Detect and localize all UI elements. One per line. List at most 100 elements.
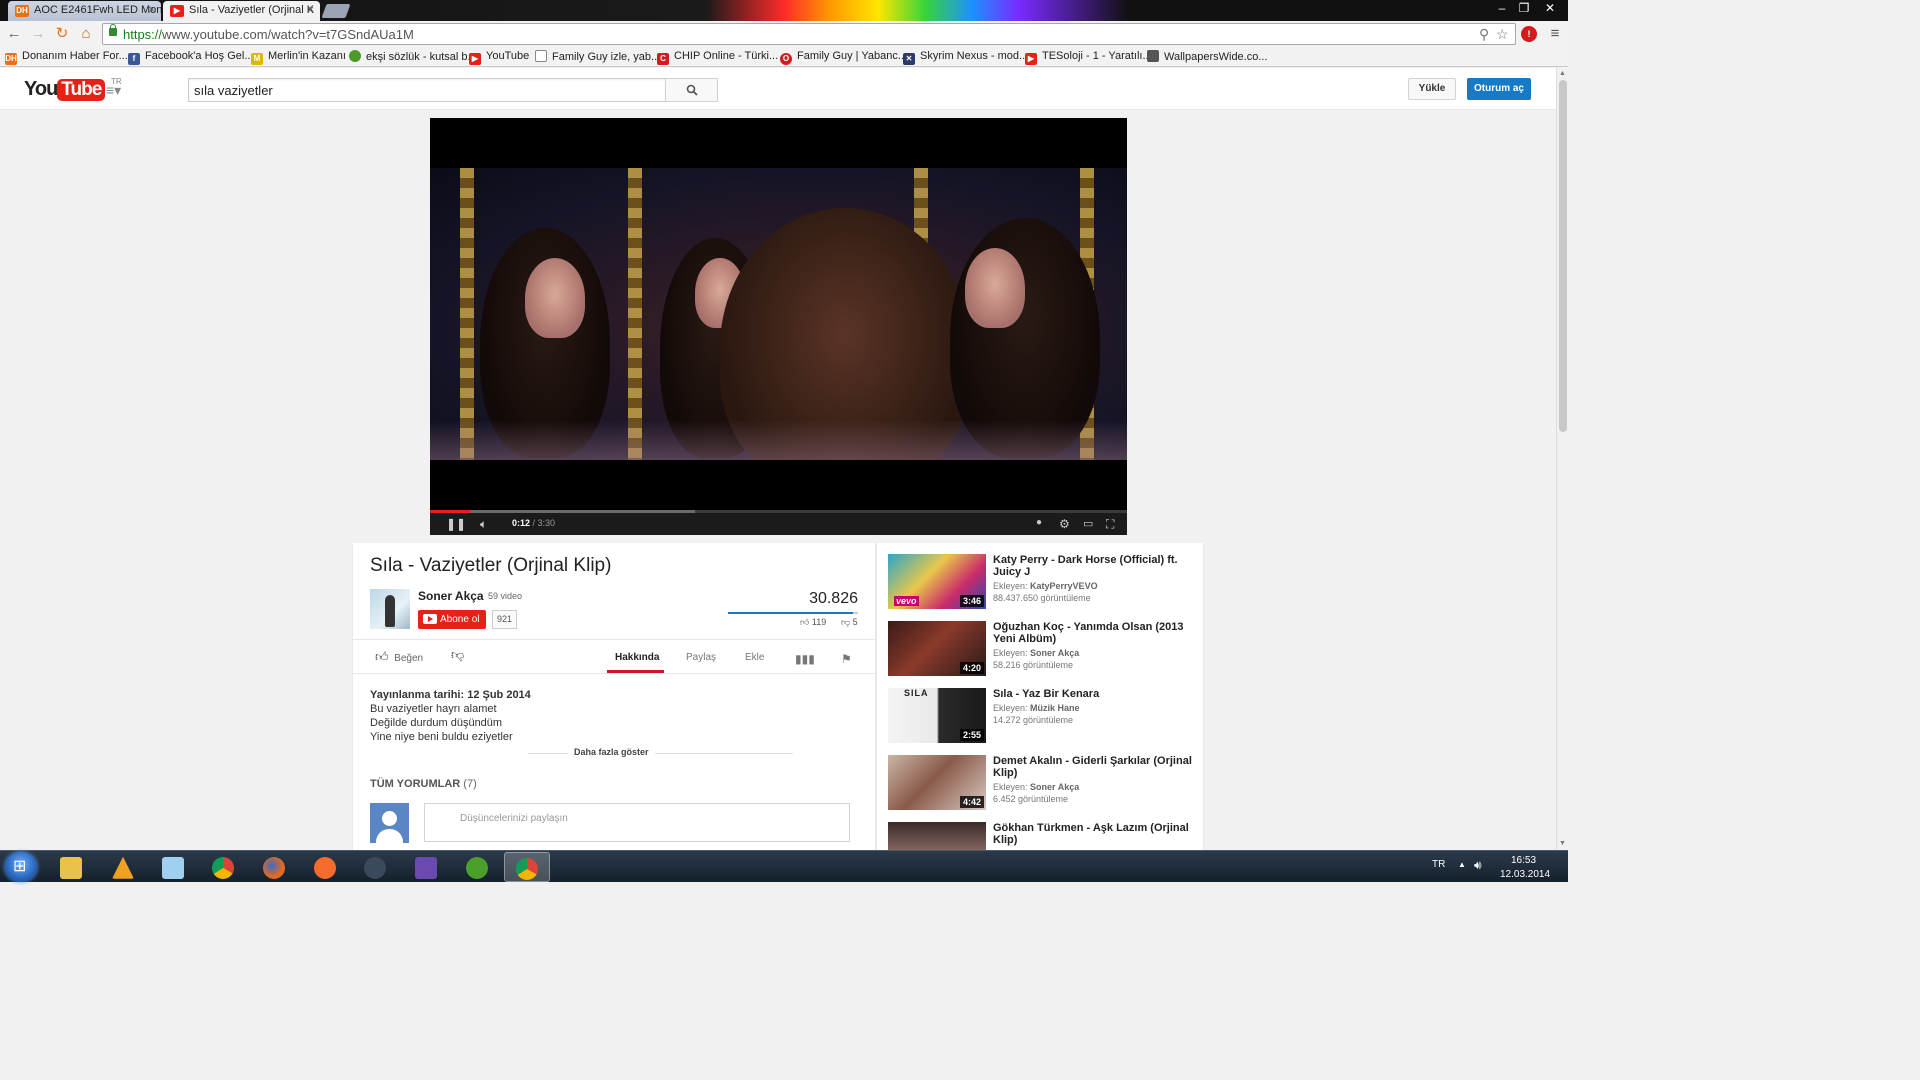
windows-explorer-icon[interactable]: [48, 852, 94, 882]
language-indicator[interactable]: TR: [1432, 859, 1445, 870]
volume-icon[interactable]: 🔈︎: [480, 517, 487, 532]
info-icon[interactable]: ⚲: [1479, 26, 1489, 43]
chrome-active-icon[interactable]: [504, 852, 550, 882]
related-video-title[interactable]: Oğuzhan Koç - Yanımda Olsan (2013 Yeni A…: [993, 621, 1193, 645]
bookmark-facebook[interactable]: f Facebook'a Hoş Gel...: [128, 50, 254, 65]
settings-gear-icon[interactable]: ⚙: [1059, 517, 1070, 531]
like-ratio-bar: [728, 612, 858, 614]
utorrent-icon[interactable]: [454, 852, 500, 882]
bookmark-chip[interactable]: C CHIP Online - Türki...: [657, 50, 778, 65]
visual-studio-icon[interactable]: [403, 852, 449, 882]
volume-icon[interactable]: 🔊︎: [1474, 858, 1482, 873]
youtube-icon: [423, 614, 437, 624]
video-thumbnail[interactable]: 4:20: [888, 621, 986, 676]
theater-mode-icon[interactable]: ▭: [1083, 517, 1093, 530]
flag-icon[interactable]: ⚑: [841, 652, 852, 666]
lock-icon: [109, 24, 117, 36]
close-icon[interactable]: ×: [308, 1, 314, 20]
scroll-down-icon[interactable]: ▼: [1559, 840, 1566, 847]
guide-menu-icon[interactable]: ≡▾: [106, 82, 121, 99]
show-more-button[interactable]: Daha fazla göster: [568, 747, 655, 757]
related-video-title[interactable]: Gökhan Türkmen - Aşk Lazım (Orjinal Klip…: [993, 822, 1193, 846]
show-hidden-icons-icon[interactable]: ▲: [1458, 860, 1466, 869]
tab-about[interactable]: Hakkında: [615, 652, 659, 663]
browser-tab-strip: DH AOC E2461Fwh LED Monit × ▶ Sıla - Vaz…: [0, 0, 1568, 21]
chrome-icon[interactable]: [200, 852, 246, 882]
video-thumbnail[interactable]: vevo 3:46: [888, 554, 986, 609]
bookmark-familyguy-yabanci[interactable]: O Family Guy | Yabanc...: [780, 50, 907, 65]
menu-wrench-icon[interactable]: ≡: [1546, 25, 1564, 43]
related-video[interactable]: 4:42 Demet Akalın - Giderli Şarkılar (Or…: [888, 755, 1198, 811]
subscribe-button[interactable]: Abone ol: [418, 610, 486, 629]
video-thumbnail[interactable]: SILA 2:55: [888, 688, 986, 743]
related-video[interactable]: Gökhan Türkmen - Aşk Lazım (Orjinal Klip…: [888, 822, 1198, 850]
star-bookmark-icon[interactable]: ☆: [1496, 26, 1509, 43]
youtube-logo[interactable]: You Tube TR: [24, 77, 122, 102]
clock-date[interactable]: 12.03.2014: [1500, 869, 1550, 880]
back-arrow-icon[interactable]: ←: [5, 25, 23, 43]
notepad-icon[interactable]: [150, 852, 196, 882]
channel-name-link[interactable]: Soner Akça: [418, 589, 484, 603]
scrollbar-thumb[interactable]: [1559, 80, 1567, 432]
url-text[interactable]: https://www.youtube.com/watch?v=t7GSndAU…: [123, 27, 414, 42]
browser-tab-aoc[interactable]: DH AOC E2461Fwh LED Monit ×: [8, 1, 161, 21]
channel-video-count[interactable]: 59 video: [488, 591, 522, 601]
browser-tab-youtube[interactable]: ▶ Sıla - Vaziyetler (Orjinal K ×: [163, 1, 320, 21]
video-thumbnail[interactable]: 4:42: [888, 755, 986, 810]
dislike-button[interactable]: 👎︎: [451, 647, 464, 663]
annotations-icon[interactable]: ●: [1036, 517, 1042, 528]
close-icon[interactable]: ×: [149, 1, 155, 20]
firefox-icon[interactable]: [251, 852, 297, 882]
vlc-icon[interactable]: [100, 852, 146, 882]
close-window-icon[interactable]: ✕: [1538, 0, 1562, 18]
extension-icon[interactable]: !: [1521, 26, 1537, 42]
new-tab-button[interactable]: [321, 4, 351, 18]
related-video-title[interactable]: Demet Akalın - Giderli Şarkılar (Orjinal…: [993, 755, 1193, 779]
clock-time[interactable]: 16:53: [1511, 855, 1536, 866]
restore-icon[interactable]: ❐: [1512, 0, 1536, 18]
bookmark-familyguy-izle[interactable]: Family Guy izle, yab...: [535, 50, 660, 63]
channel-avatar[interactable]: [370, 589, 410, 629]
sign-in-button[interactable]: Oturum aç: [1467, 78, 1531, 100]
browser-toolbar: ← → ↻ ⌂ https://www.youtube.com/watch?v=…: [0, 21, 1568, 47]
bookmark-wallpaperswide[interactable]: WallpapersWide.co...: [1147, 50, 1268, 63]
tab-add[interactable]: Ekle: [745, 652, 764, 663]
page-scrollbar[interactable]: ▲ ▼: [1556, 68, 1568, 850]
like-button[interactable]: 👍︎ Beğen: [375, 649, 423, 665]
pause-icon[interactable]: ❚❚: [446, 517, 466, 531]
user-avatar: [370, 803, 409, 843]
bookmark-merlin[interactable]: M Merlin'in Kazanı: [251, 50, 346, 65]
fullscreen-icon[interactable]: ⛶: [1106, 517, 1114, 532]
minimize-icon[interactable]: –: [1490, 0, 1514, 18]
related-video-title[interactable]: Sıla - Yaz Bir Kenara: [993, 688, 1193, 700]
home-icon[interactable]: ⌂: [77, 25, 95, 43]
stats-icon[interactable]: ▮▮▮: [795, 652, 815, 666]
search-button[interactable]: [665, 78, 718, 102]
chip-icon: C: [657, 53, 669, 65]
forward-arrow-icon[interactable]: →: [29, 25, 47, 43]
scroll-up-icon[interactable]: ▲: [1559, 70, 1566, 77]
bookmark-donanimhaber[interactable]: DH Donanım Haber For...: [5, 50, 128, 65]
start-button[interactable]: [5, 852, 37, 882]
video-player[interactable]: ❚❚ 🔈︎ 0:12 / 3:30 ● ⚙ ▭ ⛶: [430, 118, 1127, 535]
steam-icon[interactable]: [352, 852, 398, 882]
youtube-masthead: You Tube TR ≡▾ sıla vaziyetler Yükle Otur…: [0, 68, 1556, 110]
video-frame[interactable]: [430, 168, 1127, 460]
comment-input[interactable]: Düşüncelerinizi paylaşın: [424, 803, 850, 842]
bookmark-eksi[interactable]: ekşi sözlük - kutsal b...: [349, 50, 477, 63]
related-video[interactable]: SILA 2:55 Sıla - Yaz Bir Kenara Ekleyen:…: [888, 688, 1198, 744]
video-thumbnail[interactable]: [888, 822, 986, 850]
related-video[interactable]: 4:20 Oğuzhan Koç - Yanımda Olsan (2013 Y…: [888, 621, 1198, 677]
upload-button[interactable]: Yükle: [1408, 78, 1456, 100]
bookmark-skyrim-nexus[interactable]: ✕ Skyrim Nexus - mod...: [903, 50, 1028, 65]
reload-icon[interactable]: ↻: [53, 25, 71, 43]
bookmark-youtube[interactable]: ▶ YouTube: [469, 50, 529, 65]
address-bar[interactable]: https://www.youtube.com/watch?v=t7GSndAU…: [102, 23, 1516, 45]
bookmark-tesoloji[interactable]: ▶ TESoloji - 1 - Yaratılı...: [1025, 50, 1152, 65]
tab-share[interactable]: Paylaş: [686, 652, 716, 663]
windows-taskbar: TR ▲ 🔊︎ 16:53 12.03.2014: [0, 850, 1568, 882]
related-video-title[interactable]: Katy Perry - Dark Horse (Official) ft. J…: [993, 554, 1193, 578]
related-video[interactable]: vevo 3:46 Katy Perry - Dark Horse (Offic…: [888, 554, 1198, 610]
search-input[interactable]: sıla vaziyetler: [188, 78, 666, 102]
origin-icon[interactable]: [302, 852, 348, 882]
